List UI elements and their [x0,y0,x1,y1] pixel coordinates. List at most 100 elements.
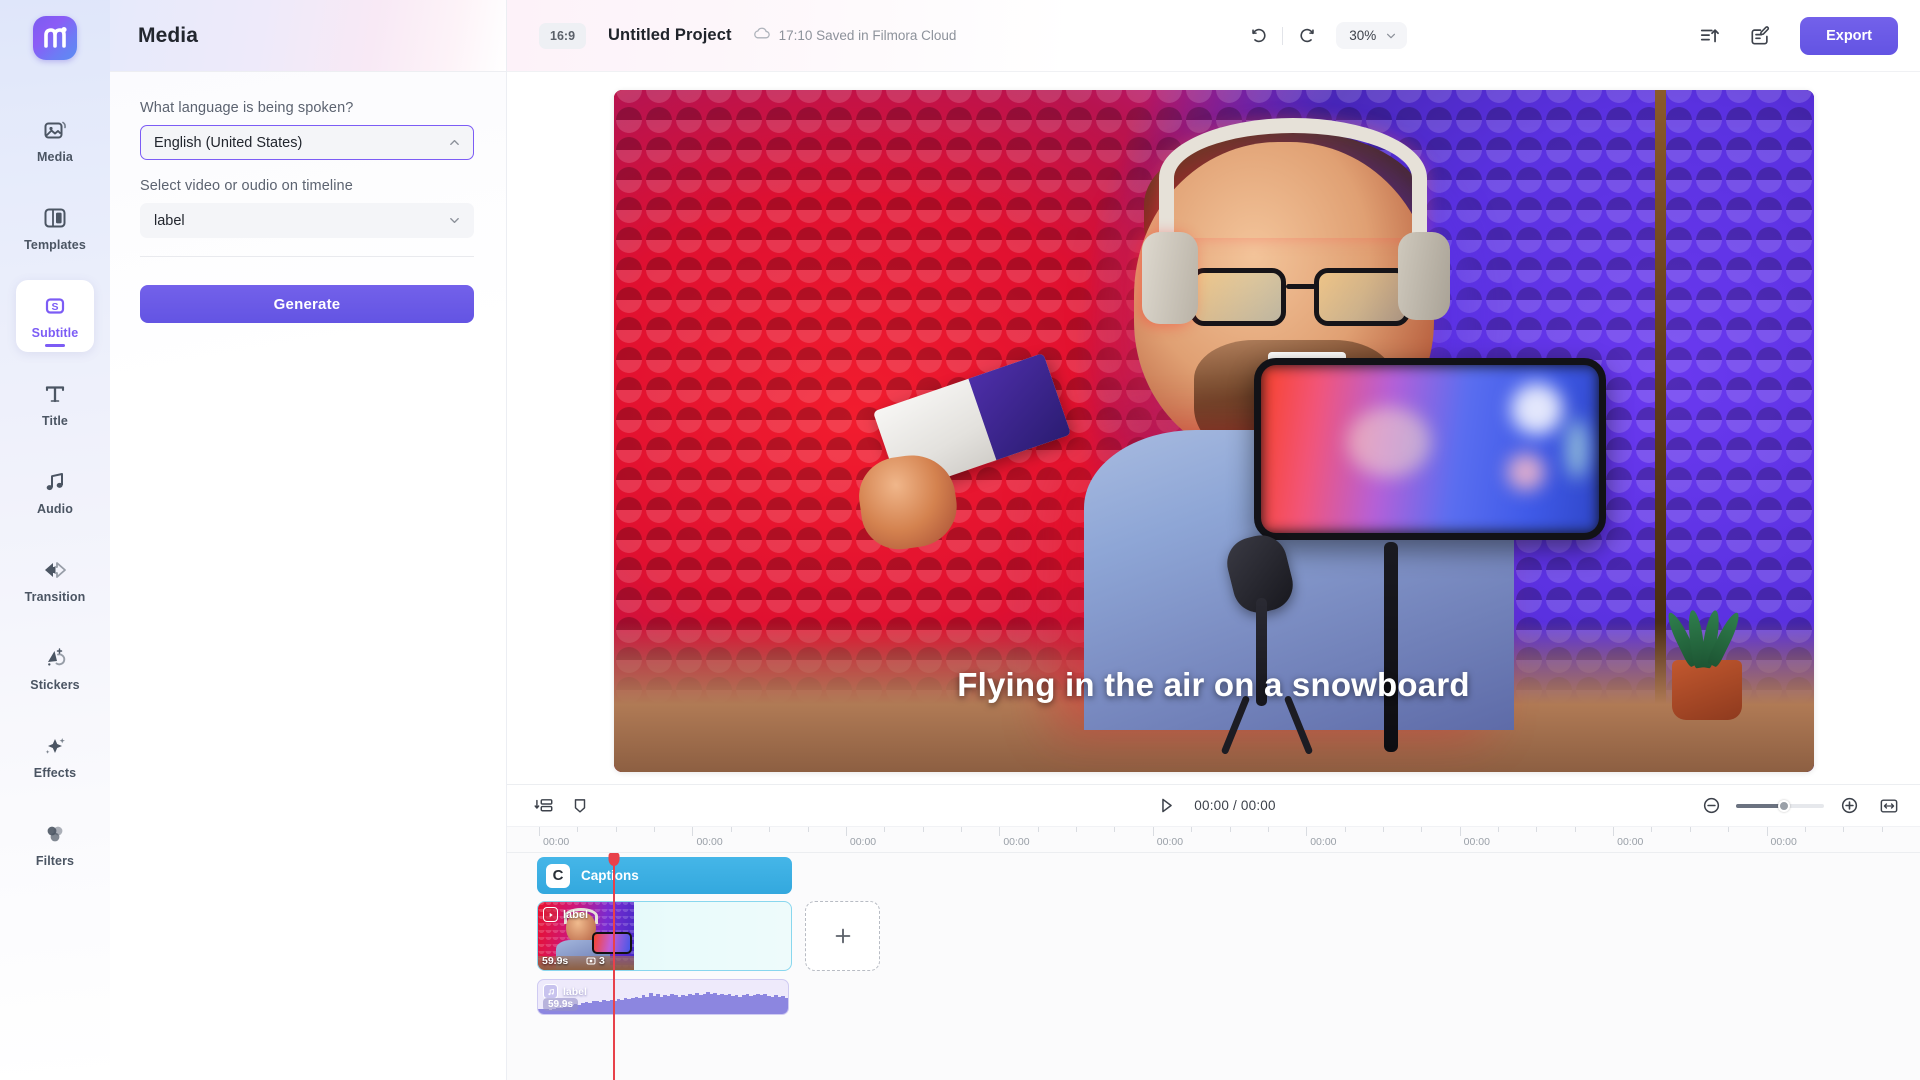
templates-icon [42,205,68,231]
sidebar-item-label: Stickers [30,677,80,692]
main-area: 16:9 Untitled Project 17:10 Saved in Fil… [507,0,1920,1080]
ruler-tick-minor [1229,827,1231,832]
project-name[interactable]: Untitled Project [608,26,732,45]
sidebar-item-stickers[interactable]: Stickers [16,632,94,704]
sidebar-item-title[interactable]: Title [16,368,94,440]
filmora-logo[interactable] [33,16,77,60]
ruler-time-label: 00:00 [1310,836,1337,848]
audio-track-clip[interactable]: label 59.9s [537,979,789,1015]
language-field-label: What language is being spoken? [140,100,354,116]
subtitle-generator-form: What language is being spoken? English (… [110,72,506,1080]
redo-button[interactable] [1288,18,1324,54]
timeline-toolbar: 00:00 / 00:00 [507,785,1920,827]
language-select[interactable]: English (United States) [140,125,474,160]
filmora-editor-window: Media Templates S Subtitle Title Audio T… [0,0,1920,1080]
ruler-tick-major [1459,827,1461,836]
left-sidebar: Media Templates S Subtitle Title Audio T… [0,0,110,1080]
zoom-out-icon[interactable] [1696,791,1726,821]
ruler-time-label: 00:00 [849,836,877,848]
audio-clip-tag: label [543,984,587,999]
zoom-level-dropdown[interactable]: 30% [1336,22,1408,49]
source-select-value: label [154,212,185,229]
ruler-tick-minor [1421,827,1423,832]
sidebar-item-label: Media [37,149,73,164]
saved-status-text: 17:10 Saved in Filmora Cloud [778,28,957,43]
preview-stage: Flying in the air on a snowboard [507,72,1920,784]
edit-note-icon[interactable] [1742,18,1778,54]
ruler-tick-major [1306,827,1308,836]
source-field-label: Select video or oudio on timeline [140,178,353,194]
media-icon [42,117,68,143]
ruler-tick-minor [1574,827,1576,832]
add-clip-button[interactable] [805,901,880,971]
filters-icon [42,821,68,847]
ruler-tick-minor [807,827,809,832]
ruler-tick-minor [1076,827,1078,832]
audio-clip-label: label [563,985,587,998]
headphones-band [1158,118,1427,238]
top-toolbar: 16:9 Untitled Project 17:10 Saved in Fil… [507,0,1920,72]
transition-icon [42,557,68,583]
ruler-tick-minor [1191,827,1193,832]
sort-tracks-icon[interactable] [529,791,559,821]
timeline-zoom-controls [1696,791,1904,821]
video-clip-duration: 59.9s [542,955,569,967]
ruler-tick-minor [654,827,656,832]
ruler-tick-minor [1037,827,1039,832]
ruler-tick-minor [884,827,886,832]
sidebar-item-transition[interactable]: Transition [16,544,94,616]
form-divider [140,256,474,257]
ruler-tick-minor [730,827,732,832]
source-select[interactable]: label [140,203,474,238]
ruler-time-label: 00:00 [1617,836,1644,848]
chevron-up-icon [448,136,461,149]
ruler-time-label: 00:00 [1463,836,1490,848]
undo-button[interactable] [1241,18,1277,54]
generate-button[interactable]: Generate [140,285,474,323]
play-button[interactable] [1151,791,1181,821]
marker-icon[interactable] [565,791,595,821]
ruler-tick-minor [922,827,924,832]
video-clip-tag: label [543,907,588,922]
fit-to-screen-icon[interactable] [1874,791,1904,821]
timeline-zoom-slider[interactable] [1736,799,1824,812]
sidebar-item-list: Media Templates S Subtitle Title Audio T… [0,104,110,896]
captions-track-label: Captions [581,868,639,883]
aspect-ratio-chip[interactable]: 16:9 [539,22,587,49]
timeline-playhead[interactable] [608,853,620,1080]
zoom-in-icon[interactable] [1834,791,1864,821]
video-preview[interactable]: Flying in the air on a snowboard [613,90,1814,772]
sidebar-item-subtitle[interactable]: S Subtitle [16,280,94,352]
export-button[interactable]: Export [1800,16,1898,55]
export-list-icon[interactable] [1692,18,1728,54]
page-title: Media [138,23,199,47]
sidebar-item-effects[interactable]: Effects [16,720,94,792]
sidebar-item-filters[interactable]: Filters [16,808,94,880]
ruler-tick-minor [1651,827,1653,832]
sidebar-item-audio[interactable]: Audio [16,456,94,528]
time-display: 00:00 / 00:00 [1194,798,1276,813]
ruler-tick-minor [1382,827,1384,832]
music-note-icon [543,984,558,999]
subtitle-icon: S [42,293,68,319]
ruler-tick-major [692,827,694,836]
ruler-tick-minor [1843,827,1845,832]
video-track-clip[interactable]: label 59.9s 3 [537,901,792,971]
left-panel: Media What language is being spoken? Eng… [110,0,507,1080]
video-type-icon [543,907,558,922]
ruler-time-label: 00:00 [1770,836,1797,848]
timeline-ruler[interactable]: 00:00 00:00 00:00 00:00 00:00 00:00 00:00 00:00… [507,827,1920,853]
captions-track-clip[interactable]: C Captions [537,857,792,894]
ruler-tick-major [1613,827,1615,836]
ruler-tick-minor [1114,827,1116,832]
ruler-tick-minor [960,827,962,832]
ruler-tick-minor [577,827,579,832]
sidebar-item-label: Transition [24,589,86,604]
ruler-tick-minor [1536,827,1538,832]
ruler-time-label: 00:00 [1003,836,1030,848]
sidebar-item-media[interactable]: Media [16,104,94,176]
audio-clip-duration: 59.9s [543,998,579,1011]
sidebar-item-templates[interactable]: Templates [16,192,94,264]
chevron-down-icon [1385,30,1397,42]
ruler-tick-minor [1728,827,1730,832]
